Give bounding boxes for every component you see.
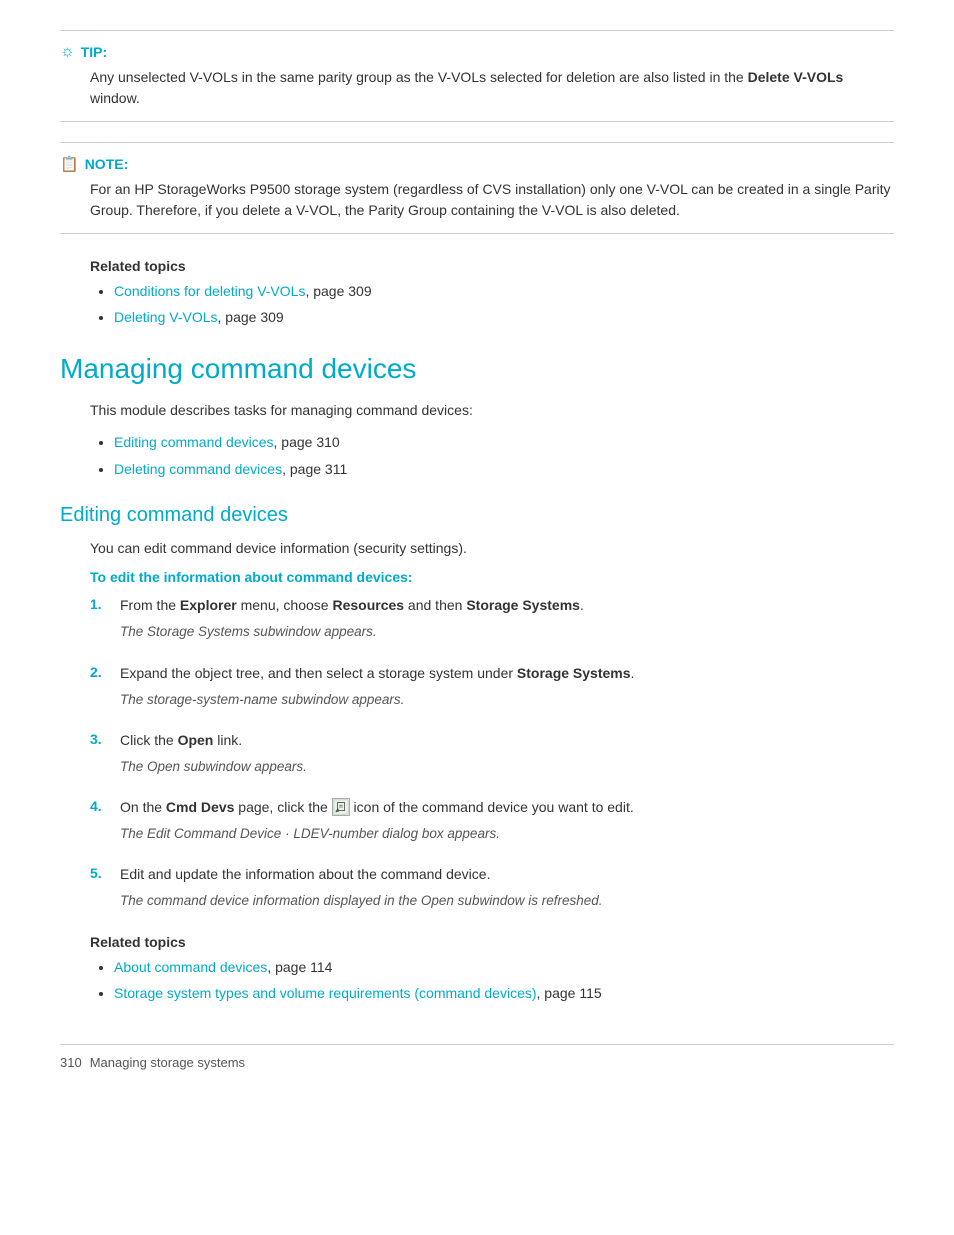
edit-icon xyxy=(332,798,350,816)
note-label: 📋 NOTE: xyxy=(60,155,894,173)
step-2-num: 2. xyxy=(90,663,120,680)
step-2: 2. Expand the object tree, and then sele… xyxy=(90,663,894,716)
note-icon: 📋 xyxy=(60,155,79,173)
step-4-text: On the Cmd Devs page, click the icon of … xyxy=(120,797,894,818)
list-item: Storage system types and volume requirem… xyxy=(114,982,894,1004)
list-item: Deleting V-VOLs, page 309 xyxy=(114,306,894,328)
related-topics-1-label: Related topics xyxy=(90,258,894,274)
step-3-sub: The Open subwindow appears. xyxy=(120,757,894,777)
steps-list: 1. From the Explorer menu, choose Resour… xyxy=(90,595,894,917)
step-1-sub: The Storage Systems subwindow appears. xyxy=(120,622,894,642)
about-command-devices-link[interactable]: About command devices xyxy=(114,959,267,975)
storage-system-types-link[interactable]: Storage system types and volume requirem… xyxy=(114,985,537,1001)
note-block: 📋 NOTE: For an HP StorageWorks P9500 sto… xyxy=(60,142,894,234)
step-5: 5. Edit and update the information about… xyxy=(90,864,894,917)
related-topics-2-label: Related topics xyxy=(90,934,894,950)
managing-section: Managing command devices This module des… xyxy=(60,353,894,480)
list-item: About command devices, page 114 xyxy=(114,956,894,978)
tip-text: Any unselected V-VOLs in the same parity… xyxy=(90,67,894,109)
editing-title: Editing command devices xyxy=(60,504,894,527)
tip-bold: Delete V-VOLs xyxy=(748,69,844,85)
note-heading: NOTE: xyxy=(85,156,129,172)
editing-section: Editing command devices You can edit com… xyxy=(60,504,894,1004)
step-4-num: 4. xyxy=(90,797,120,814)
list-item: Deleting command devices, page 311 xyxy=(114,458,894,480)
step-4-sub: The Edit Command Device · LDEV-number di… xyxy=(120,824,894,844)
step-1-num: 1. xyxy=(90,595,120,612)
managing-title: Managing command devices xyxy=(60,353,894,385)
related-topics-1-list: Conditions for deleting V-VOLs, page 309… xyxy=(90,280,894,329)
step-3-content: Click the Open link. The Open subwindow … xyxy=(120,730,894,783)
conditions-for-deleting-link[interactable]: Conditions for deleting V-VOLs xyxy=(114,283,305,299)
editing-command-devices-link[interactable]: Editing command devices xyxy=(114,434,274,450)
step-5-text: Edit and update the information about th… xyxy=(120,864,894,885)
tip-icon: ☼ xyxy=(60,43,75,61)
step-1: 1. From the Explorer menu, choose Resour… xyxy=(90,595,894,648)
step-1-text: From the Explorer menu, choose Resources… xyxy=(120,595,894,616)
deleting-vvols-link[interactable]: Deleting V-VOLs xyxy=(114,309,218,325)
list-item: Conditions for deleting V-VOLs, page 309 xyxy=(114,280,894,302)
managing-bullets: Editing command devices, page 310 Deleti… xyxy=(90,431,894,480)
deleting-command-devices-link[interactable]: Deleting command devices xyxy=(114,461,282,477)
procedure-intro: To edit the information about command de… xyxy=(90,569,894,585)
step-2-sub: The storage-system-name subwindow appear… xyxy=(120,690,894,710)
step-5-num: 5. xyxy=(90,864,120,881)
managing-desc: This module describes tasks for managing… xyxy=(90,399,894,421)
step-5-sub: The command device information displayed… xyxy=(120,891,894,911)
step-2-content: Expand the object tree, and then select … xyxy=(120,663,894,716)
tip-block: ☼ TIP: Any unselected V-VOLs in the same… xyxy=(60,30,894,122)
step-3-text: Click the Open link. xyxy=(120,730,894,751)
footer-text: Managing storage systems xyxy=(90,1055,245,1070)
list-item: Editing command devices, page 310 xyxy=(114,431,894,453)
tip-heading: TIP: xyxy=(81,44,107,60)
footer-page-num: 310 xyxy=(60,1055,82,1070)
related-topics-2-section: Related topics About command devices, pa… xyxy=(90,934,894,1005)
editing-desc: You can edit command device information … xyxy=(90,537,894,559)
footer-bar: 310 Managing storage systems xyxy=(60,1044,894,1070)
step-4-content: On the Cmd Devs page, click the icon of … xyxy=(120,797,894,850)
step-3: 3. Click the Open link. The Open subwind… xyxy=(90,730,894,783)
tip-label: ☼ TIP: xyxy=(60,43,894,61)
step-5-content: Edit and update the information about th… xyxy=(120,864,894,917)
step-3-num: 3. xyxy=(90,730,120,747)
related-topics-2-list: About command devices, page 114 Storage … xyxy=(90,956,894,1005)
step-1-content: From the Explorer menu, choose Resources… xyxy=(120,595,894,648)
step-4: 4. On the Cmd Devs page, click the icon … xyxy=(90,797,894,850)
note-text: For an HP StorageWorks P9500 storage sys… xyxy=(90,179,894,221)
step-2-text: Expand the object tree, and then select … xyxy=(120,663,894,684)
related-topics-1-section: Related topics Conditions for deleting V… xyxy=(60,258,894,329)
